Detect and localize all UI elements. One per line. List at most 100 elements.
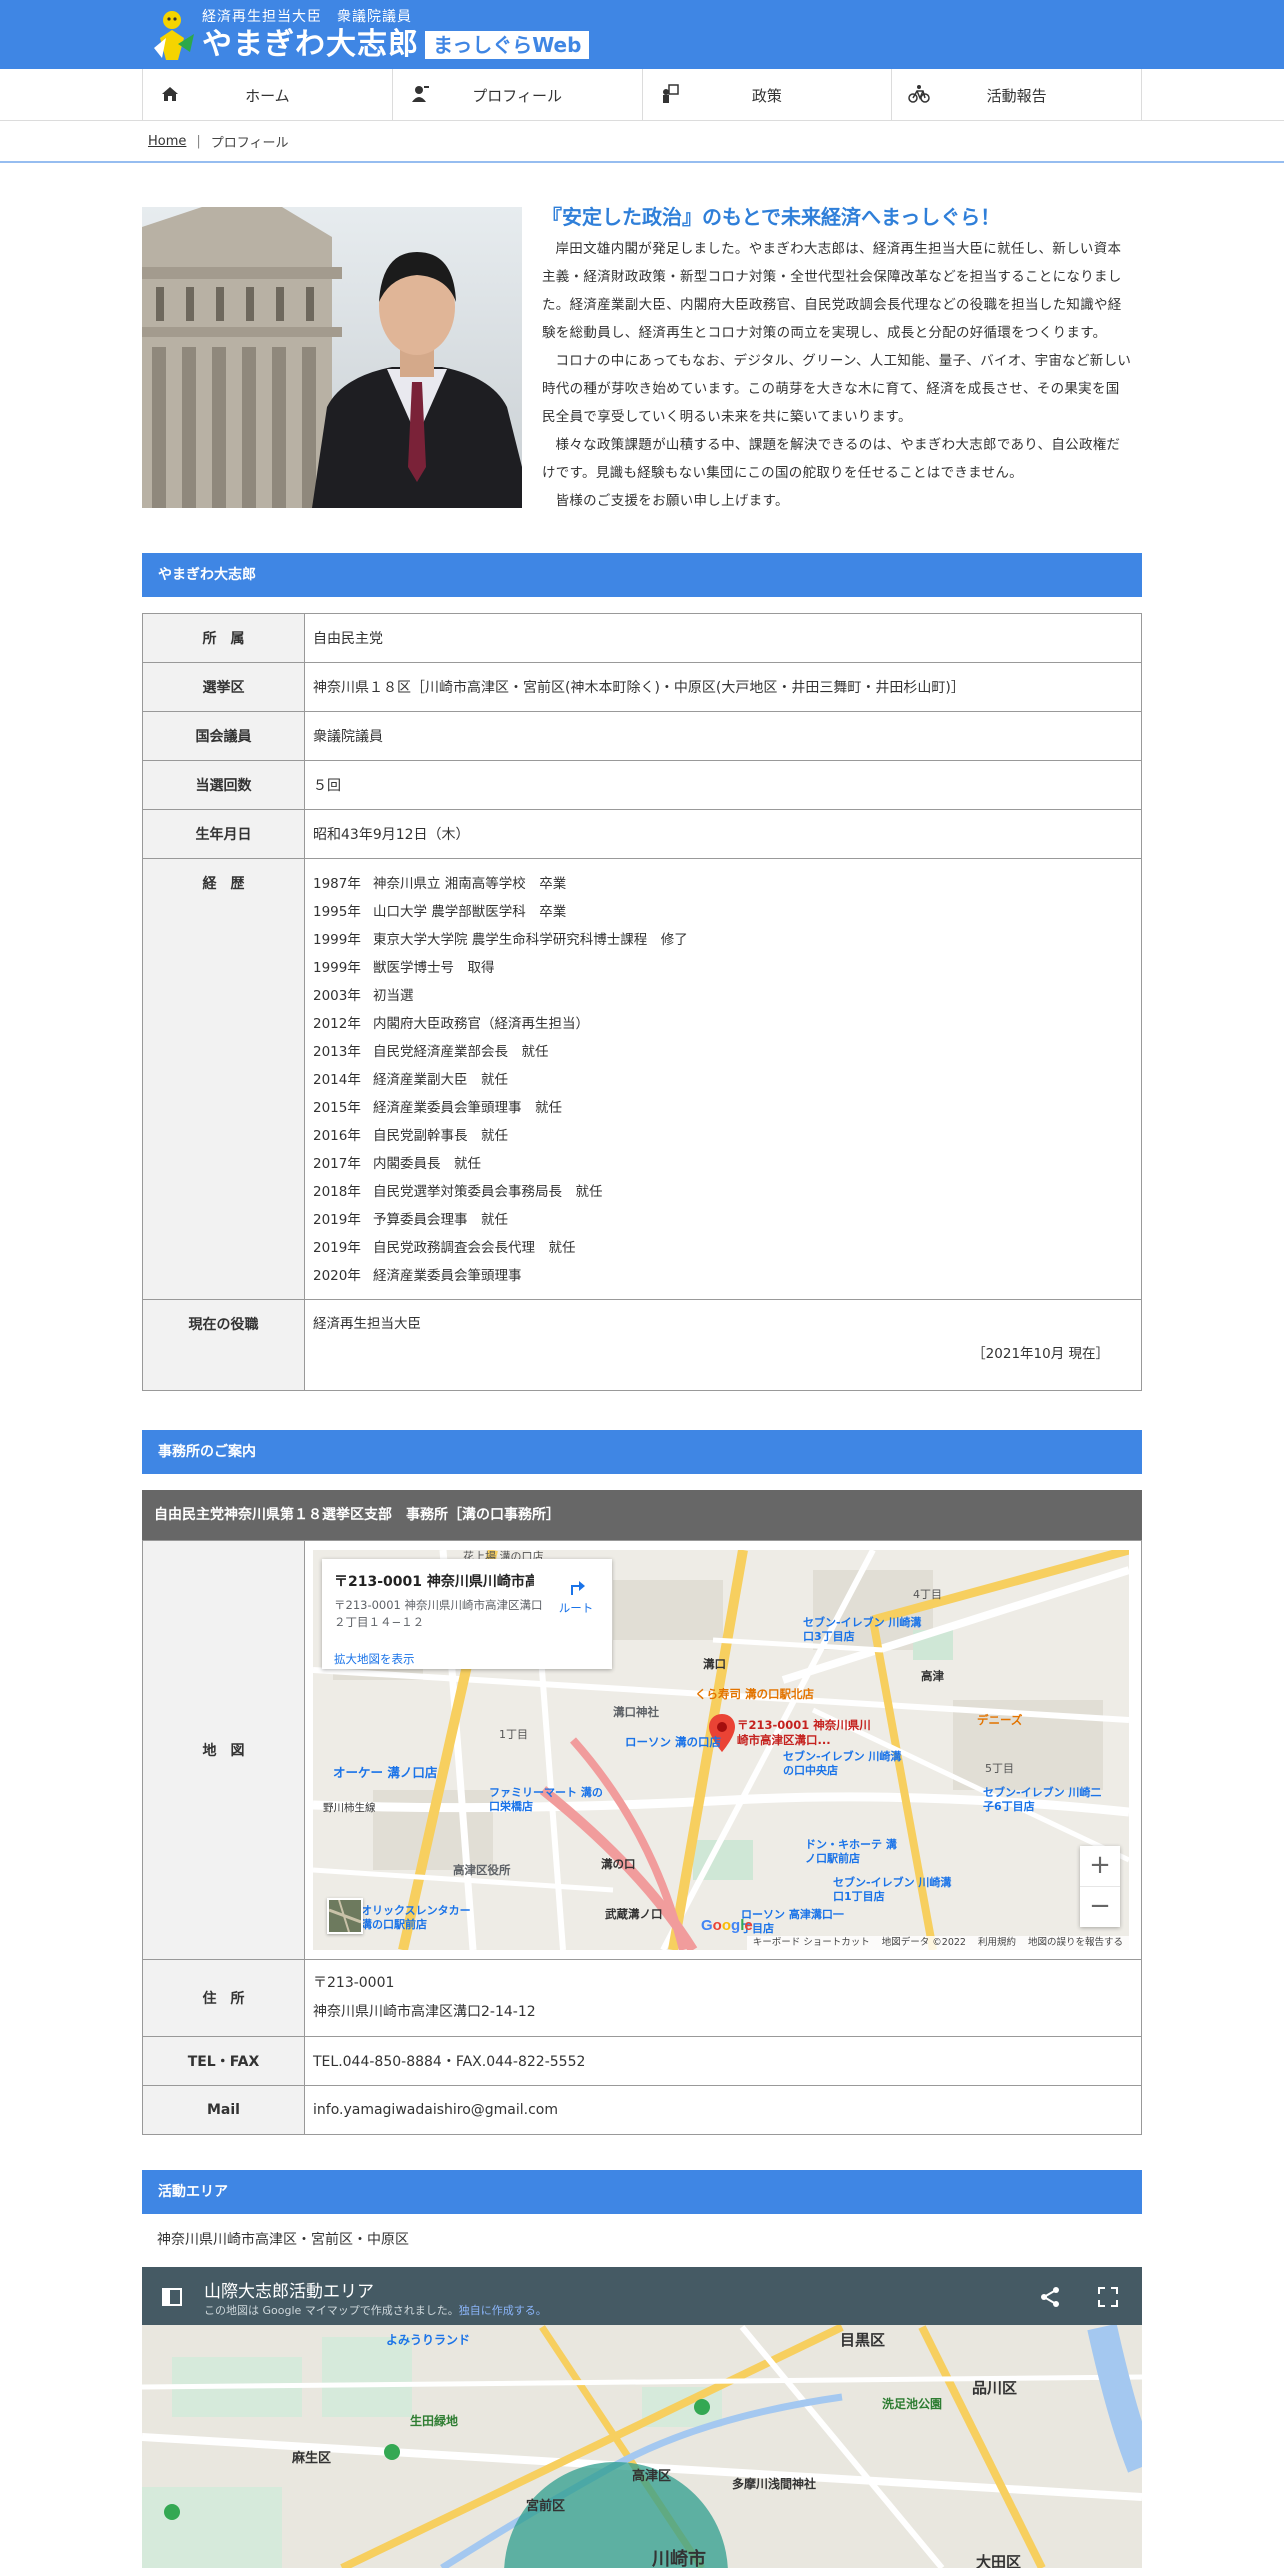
wins-value: ５回 bbox=[304, 760, 1142, 810]
career-text: 東京大学大学院 農学生命科学研究科博士課程 修了 bbox=[373, 932, 688, 948]
keyboard-shortcuts-link[interactable]: キーボード ショートカット bbox=[746, 1936, 876, 1950]
logo-mascot-icon bbox=[154, 11, 194, 60]
area-section-title: 活動エリア bbox=[142, 2170, 1142, 2214]
map-place: 品川区 bbox=[972, 2379, 1018, 2397]
career-year: 2019年 bbox=[313, 1212, 361, 1228]
policy-icon bbox=[662, 84, 679, 103]
header-subtitle: 経済再生担当大臣 衆議院議員 bbox=[202, 9, 412, 25]
my-map-title[interactable]: 山際大志郎活動エリア bbox=[204, 2277, 374, 2302]
map-place: セブン-イレブン 川崎溝口3丁目店 bbox=[803, 1616, 922, 1643]
career-year: 2019年 bbox=[313, 1240, 361, 1256]
terms-link[interactable]: 利用規約 bbox=[971, 1936, 1022, 1950]
career-year: 1999年 bbox=[313, 932, 361, 948]
career-text: 内閣委員長 就任 bbox=[373, 1156, 481, 1172]
career-text: 初当選 bbox=[373, 988, 414, 1004]
office-table: 地 図 〒213-0001 神奈川県川崎市高津区溝口... セブン-イレブン 川… bbox=[142, 1540, 1142, 2135]
table-row: 国会議員 衆議院議員 bbox=[142, 711, 1142, 761]
home-icon bbox=[162, 87, 178, 101]
career-item: 1999年 獣医学博士号 取得 bbox=[313, 954, 1141, 982]
zoom-out-button[interactable]: − bbox=[1080, 1886, 1120, 1926]
breadcrumb: Home | プロフィール bbox=[148, 132, 289, 151]
profile-table: 所 属 自由民主党 選挙区 神奈川県１８区［川崎市高津区・宮前区(神木本町除く)… bbox=[142, 613, 1142, 1391]
map-place: 高津 bbox=[921, 1669, 944, 1683]
map-label: 地 図 bbox=[142, 1540, 305, 1960]
profile-photo bbox=[142, 207, 522, 508]
report-error-link[interactable]: 地図の誤りを報告する bbox=[1021, 1936, 1129, 1950]
career-item: 2003年 初当選 bbox=[313, 982, 1141, 1010]
tel-value: TEL.044-850-8884・FAX.044-822-5552 bbox=[304, 2036, 1142, 2086]
birth-label: 生年月日 bbox=[142, 809, 305, 859]
career-item: 2013年 自民党経済産業部会長 就任 bbox=[313, 1038, 1141, 1066]
profile-icon bbox=[411, 86, 429, 102]
career-item: 1999年 東京大学大学院 農学生命科学研究科博士課程 修了 bbox=[313, 926, 1141, 954]
nav-item-profile[interactable]: プロフィール bbox=[393, 69, 643, 121]
map-place: 5丁目 bbox=[985, 1762, 1014, 1775]
nav-item-home[interactable]: ホーム bbox=[143, 69, 393, 121]
career-text: 山口大学 農学部獣医学科 卒業 bbox=[373, 904, 567, 920]
intro-paragraph: 岸田文雄内閣が発足しました。やまぎわ大志郎は、経済再生担当大臣に就任し、新しい資… bbox=[542, 241, 1122, 341]
position-date: ［2021年10月 現在］ bbox=[972, 1346, 1109, 1362]
nav-item-policy[interactable]: 政策 bbox=[643, 69, 893, 121]
career-list: 1987年 神奈川県立 湘南高等学校 卒業 1995年 山口大学 農学部獣医学科 卒業… bbox=[313, 859, 1141, 1299]
header-badge: まっしぐらWeb bbox=[425, 31, 590, 59]
table-row: 生年月日 昭和43年9月12日（木） bbox=[142, 809, 1142, 859]
bicycle-icon bbox=[908, 85, 930, 103]
map-info-card: 〒213-0001 神奈川県川崎市高... 〒213-0001 神奈川県川崎市高… bbox=[322, 1559, 612, 1669]
mail-value[interactable]: info.yamagiwadaishiro@gmail.com bbox=[304, 2085, 1142, 2135]
mail-label: Mail bbox=[142, 2085, 305, 2135]
career-item: 2019年 自民党政務調査会会長代理 就任 bbox=[313, 1234, 1141, 1262]
map-place: ローソン 溝の口店 bbox=[625, 1735, 722, 1749]
create-own-map-link[interactable]: 独自に作成する。 bbox=[459, 2304, 547, 2317]
satellite-thumbnail-icon bbox=[328, 1899, 362, 1933]
profile-section-title: やまぎわ大志郎 bbox=[142, 553, 1142, 597]
career-item: 2014年 経済産業副大臣 就任 bbox=[313, 1066, 1141, 1094]
site-logo[interactable]: 経済再生担当大臣 衆議院議員 やまぎわ大志郎 まっしぐらWeb bbox=[150, 6, 590, 64]
global-nav: ホーム プロフィール 政策 活動報告 bbox=[0, 69, 1284, 121]
map-place: オリックスレンタカー 溝の口駅前店 bbox=[361, 1904, 471, 1931]
career-text: 経済産業委員会筆頭理事 就任 bbox=[373, 1100, 562, 1116]
map-place: セブン-イレブン 川崎溝の口中央店 bbox=[783, 1750, 902, 1777]
map-place: 高津区役所 bbox=[453, 1863, 511, 1877]
map-thumbnail-toggle[interactable] bbox=[327, 1898, 363, 1934]
map-place: 洗足池公園 bbox=[882, 2397, 943, 2411]
view-larger-map-link[interactable]: 拡大地図を表示 bbox=[334, 1651, 415, 1667]
wins-label: 当選回数 bbox=[142, 760, 305, 810]
nav-item-activity[interactable]: 活動報告 bbox=[892, 69, 1142, 121]
office-google-map[interactable]: 〒213-0001 神奈川県川崎市高津区溝口... セブン-イレブン 川崎溝口3… bbox=[313, 1550, 1129, 1950]
map-place: くら寿司 溝の口駅北店 bbox=[695, 1687, 815, 1701]
career-item: 1987年 神奈川県立 湘南高等学校 卒業 bbox=[313, 870, 1141, 898]
divider bbox=[0, 161, 1284, 163]
map-place: 生田緑地 bbox=[410, 2414, 459, 2428]
directions-button[interactable]: ルート bbox=[554, 1575, 598, 1616]
office-name: 自由民主党神奈川県第１８選挙区支部 事務所［溝の口事務所］ bbox=[142, 1490, 1142, 1540]
address-label: 住 所 bbox=[142, 1959, 305, 2037]
map-place: 溝の口 bbox=[601, 1857, 636, 1871]
career-text: 自民党選挙対策委員会事務局長 就任 bbox=[373, 1184, 603, 1200]
nav-item-label: プロフィール bbox=[472, 86, 562, 105]
fullscreen-icon[interactable] bbox=[1096, 2285, 1120, 2309]
career-item: 1995年 山口大学 農学部獣医学科 卒業 bbox=[313, 898, 1141, 926]
district-value: 神奈川県１８区［川崎市高津区・宮前区(神木本町除く)・中原区(大戸地区・井田三舞… bbox=[304, 662, 1142, 712]
google-logo: Google bbox=[701, 1917, 753, 1934]
zoom-in-button[interactable]: + bbox=[1080, 1846, 1120, 1886]
career-item: 2019年 予算委員会理事 就任 bbox=[313, 1206, 1141, 1234]
area-my-map[interactable]: 目黒区 品川区 大田区 生田緑地 高津区 宮前区 麻生区 川崎市 よみうりランド… bbox=[142, 2267, 1142, 2568]
career-year: 2003年 bbox=[313, 988, 361, 1004]
map-legend-toggle-icon[interactable] bbox=[160, 2285, 184, 2309]
position-label: 現在の役職 bbox=[142, 1299, 305, 1391]
career-year: 2013年 bbox=[313, 1044, 361, 1060]
map-footer: キーボード ショートカット 地図データ ©2022 利用規約 地図の誤りを報告す… bbox=[313, 1936, 1129, 1950]
intro-paragraph: コロナの中にあってもなお、デジタル、グリーン、人工知能、量子、バイオ、宇宙など新… bbox=[542, 353, 1132, 425]
district-label: 選挙区 bbox=[142, 662, 305, 712]
breadcrumb-home-link[interactable]: Home bbox=[148, 134, 186, 149]
map-card-address: 〒213-0001 神奈川県川崎市高津区溝口２丁目１４−１２ bbox=[334, 1598, 543, 1629]
career-year: 1999年 bbox=[313, 960, 361, 976]
map-place: 麻生区 bbox=[292, 2451, 332, 2466]
map-place: 大田区 bbox=[976, 2553, 1022, 2568]
share-icon[interactable] bbox=[1038, 2285, 1062, 2309]
career-year: 2018年 bbox=[313, 1184, 361, 1200]
tel-label: TEL・FAX bbox=[142, 2036, 305, 2086]
my-map-note-text: この地図は Google マイマップで作成されました。 bbox=[204, 2304, 459, 2317]
address-value: 神奈川県川崎市高津区溝口2-14-12 bbox=[313, 2004, 536, 2020]
site-header: 経済再生担当大臣 衆議院議員 やまぎわ大志郎 まっしぐらWeb bbox=[0, 0, 1284, 69]
